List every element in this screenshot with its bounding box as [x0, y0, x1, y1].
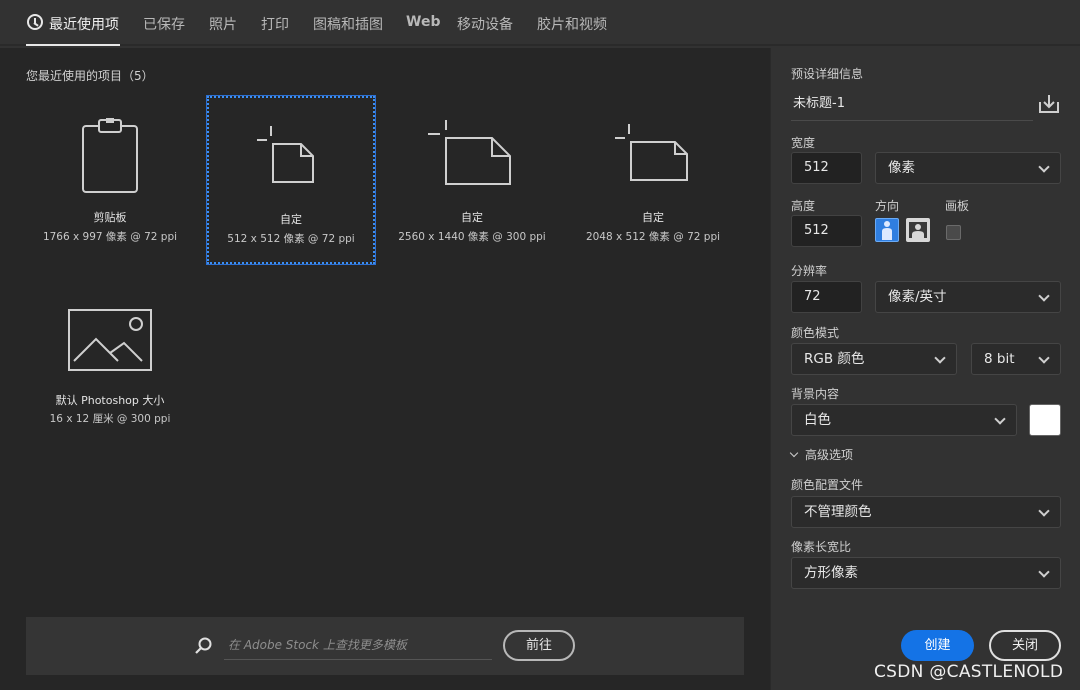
- resolution-label: 分辨率: [791, 264, 828, 278]
- chevron-down-icon: [1038, 161, 1050, 173]
- stock-search-input[interactable]: [224, 630, 492, 660]
- new-document-icon: [257, 126, 314, 183]
- recent-items-panel: 您最近使用的项目（5） 剪贴板 1766 x 997 像素 @ 72 ppi 自…: [0, 48, 770, 690]
- close-button[interactable]: 关闭: [989, 630, 1061, 661]
- preset-details-heading: 预设详细信息: [791, 67, 864, 81]
- background-value: 白色: [804, 412, 831, 428]
- height-input[interactable]: 512: [791, 215, 862, 247]
- watermark-text: CSDN @CASTLENOLD: [874, 662, 1064, 682]
- color-mode-value: RGB 颜色: [804, 351, 865, 367]
- clipboard-icon: [82, 118, 138, 193]
- recent-item-meta: 1766 x 997 像素 @ 72 ppi: [42, 231, 178, 243]
- clock-icon: [27, 14, 43, 30]
- search-icon: [195, 637, 212, 654]
- width-unit-value: 像素: [888, 160, 915, 176]
- preset-details-panel: 预设详细信息 未标题-1 宽度 512 像素 高度 方向 画板 512 分辨率 …: [770, 48, 1080, 690]
- recent-item-name: 自定: [461, 211, 483, 224]
- recent-item-custom-512[interactable]: 自定 512 x 512 像素 @ 72 ppi: [206, 95, 376, 265]
- landscape-orientation-button[interactable]: [906, 218, 930, 242]
- tab-saved[interactable]: 已保存: [143, 14, 185, 34]
- color-profile-label: 颜色配置文件: [791, 478, 864, 492]
- advanced-options-label: 高级选项: [805, 448, 854, 462]
- background-select[interactable]: 白色: [791, 404, 1017, 436]
- portrait-orientation-button[interactable]: [875, 218, 899, 242]
- new-document-icon: [428, 120, 511, 185]
- pixel-aspect-value: 方形像素: [804, 565, 858, 581]
- recent-item-meta: 16 x 12 厘米 @ 300 ppi: [49, 413, 171, 425]
- recent-item-default-photoshop[interactable]: 默认 Photoshop 大小 16 x 12 厘米 @ 300 ppi: [26, 277, 194, 445]
- background-color-swatch[interactable]: [1029, 404, 1061, 436]
- chevron-down-icon: [1038, 505, 1050, 517]
- tab-recent[interactable]: 最近使用项: [49, 14, 119, 34]
- save-preset-icon[interactable]: [1038, 94, 1060, 114]
- tab-bar: 最近使用项 已保存 照片 打印 图稿和插图 Web 移动设备 胶片和视频: [0, 0, 1080, 46]
- image-placeholder-icon: [68, 309, 152, 371]
- color-profile-value: 不管理颜色: [804, 504, 872, 520]
- resolution-input[interactable]: 72: [791, 281, 862, 313]
- recent-item-name: 剪贴板: [93, 211, 127, 224]
- pixel-aspect-label: 像素长宽比: [791, 540, 852, 554]
- advanced-options-toggle[interactable]: 高级选项: [789, 446, 854, 463]
- recent-item-clipboard[interactable]: 剪贴板 1766 x 997 像素 @ 72 ppi: [26, 96, 194, 264]
- portrait-person-icon: [882, 221, 892, 240]
- recent-item-name: 自定: [642, 211, 664, 224]
- new-document-dialog: 最近使用项 已保存 照片 打印 图稿和插图 Web 移动设备 胶片和视频 您最近…: [0, 0, 1080, 690]
- create-button[interactable]: 创建: [901, 630, 974, 661]
- recent-item-custom-2048[interactable]: 自定 2048 x 512 像素 @ 72 ppi: [569, 96, 737, 264]
- active-tab-indicator: [26, 44, 120, 46]
- resolution-unit-select[interactable]: 像素/英寸: [875, 281, 1061, 313]
- orientation-label: 方向: [875, 199, 900, 213]
- go-button[interactable]: 前往: [503, 630, 575, 661]
- recent-items-heading: 您最近使用的项目（5）: [26, 69, 154, 83]
- tab-art-illustration[interactable]: 图稿和插图: [313, 14, 383, 34]
- recent-item-name: 自定: [280, 213, 302, 226]
- bit-depth-value: 8 bit: [984, 351, 1015, 367]
- width-unit-select[interactable]: 像素: [875, 152, 1061, 184]
- artboard-checkbox[interactable]: [946, 225, 961, 240]
- artboard-label: 画板: [945, 199, 970, 213]
- new-document-icon: [615, 124, 688, 181]
- width-input[interactable]: 512: [791, 152, 862, 184]
- tab-photo[interactable]: 照片: [209, 14, 237, 34]
- chevron-down-icon: [934, 352, 946, 364]
- chevron-down-icon: [1038, 352, 1050, 364]
- recent-item-name: 默认 Photoshop 大小: [55, 394, 165, 407]
- color-mode-select[interactable]: RGB 颜色: [791, 343, 957, 375]
- chevron-down-icon: [1038, 290, 1050, 302]
- tab-mobile[interactable]: 移动设备: [457, 14, 513, 34]
- width-label: 宽度: [791, 136, 816, 150]
- height-label: 高度: [791, 199, 816, 213]
- resolution-unit-value: 像素/英寸: [888, 289, 947, 305]
- color-mode-label: 颜色模式: [791, 326, 840, 340]
- pixel-aspect-select[interactable]: 方形像素: [791, 557, 1061, 589]
- color-profile-select[interactable]: 不管理颜色: [791, 496, 1061, 528]
- recent-item-meta: 2048 x 512 像素 @ 72 ppi: [585, 231, 721, 243]
- tab-web[interactable]: Web: [406, 14, 440, 30]
- document-name-field[interactable]: 未标题-1: [791, 93, 1033, 121]
- recent-item-custom-2560[interactable]: 自定 2560 x 1440 像素 @ 300 ppi: [388, 96, 556, 264]
- landscape-person-icon: [909, 222, 927, 238]
- recent-item-meta: 2560 x 1440 像素 @ 300 ppi: [398, 231, 546, 243]
- recent-item-meta: 512 x 512 像素 @ 72 ppi: [227, 233, 355, 245]
- tab-print[interactable]: 打印: [261, 14, 289, 34]
- chevron-down-icon: [789, 448, 799, 458]
- background-label: 背景内容: [791, 387, 840, 401]
- stock-search-bar: 前往: [26, 617, 744, 675]
- bit-depth-select[interactable]: 8 bit: [971, 343, 1061, 375]
- chevron-down-icon: [994, 413, 1006, 425]
- chevron-down-icon: [1038, 566, 1050, 578]
- tab-film-video[interactable]: 胶片和视频: [537, 14, 607, 34]
